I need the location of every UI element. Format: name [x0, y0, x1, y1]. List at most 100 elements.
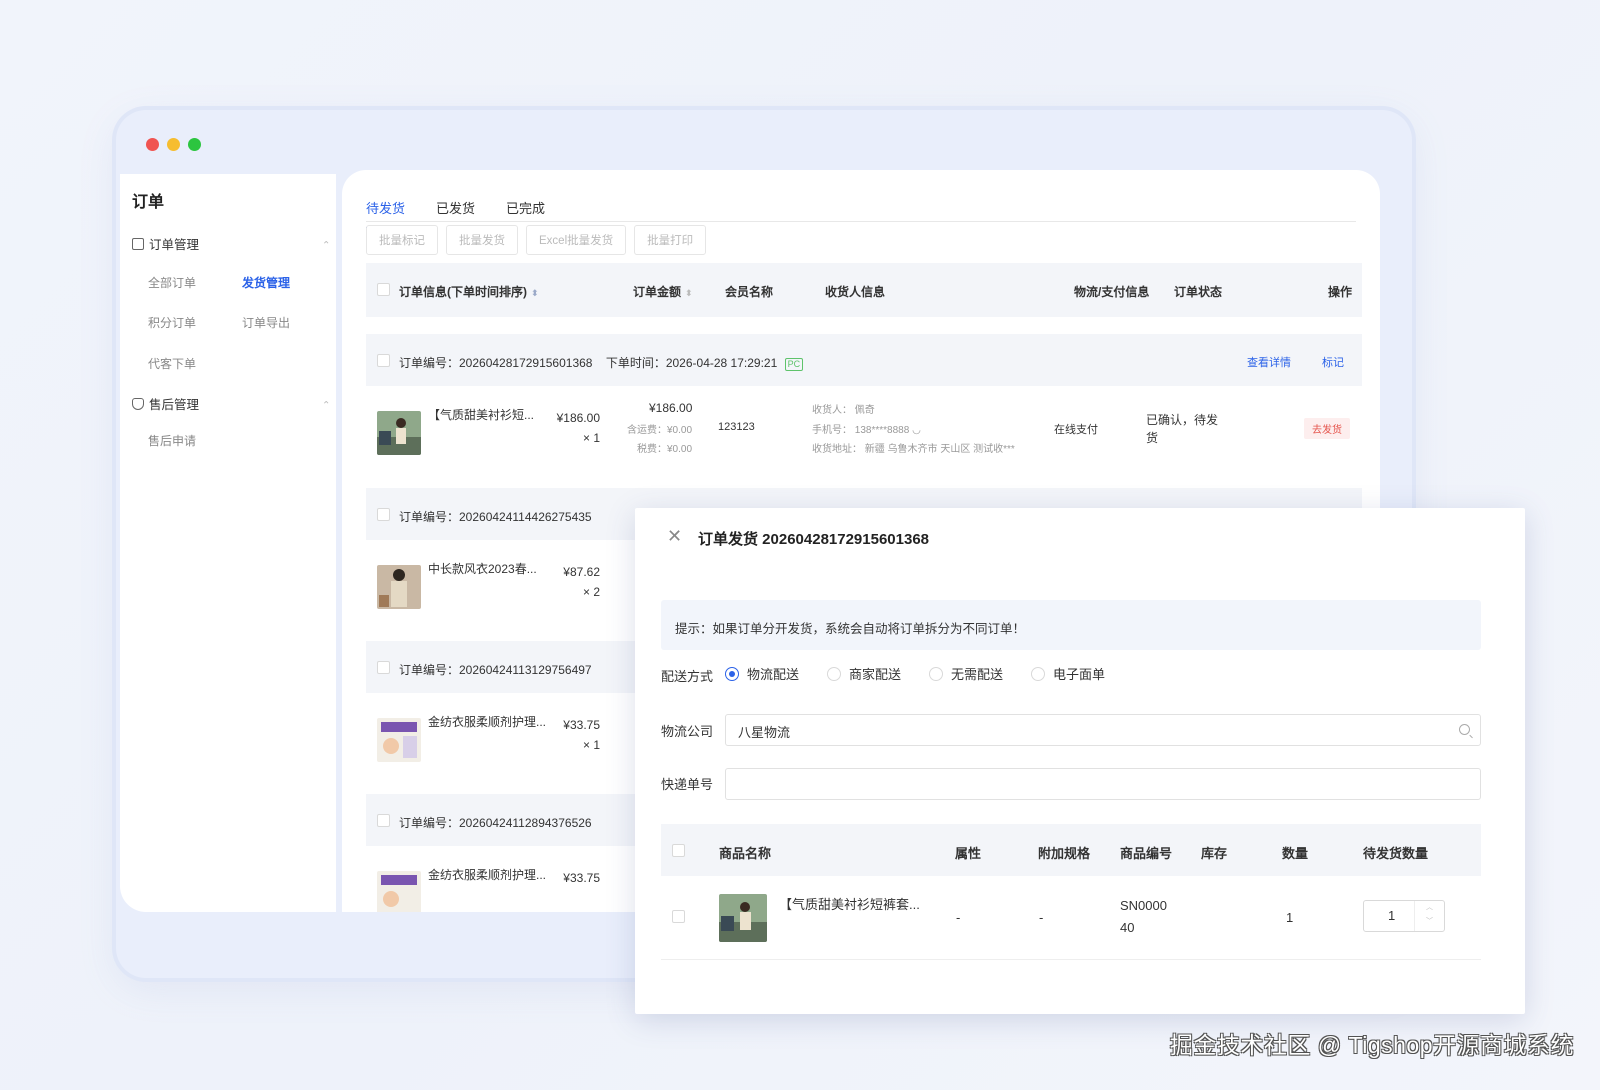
product-image [377, 871, 421, 912]
order-number: 订单编号：20260424113129756497 [399, 663, 592, 677]
col-goods-sn: 商品编号 [1120, 846, 1173, 861]
sort-icon: ⬍ [685, 288, 693, 298]
order-total: ¥186.00 [649, 401, 693, 415]
order-meta: 订单编号：20260428172915601368 下单时间：2026-04-2… [399, 354, 804, 371]
company-value: 八星物流 [738, 725, 791, 740]
col-status: 订单状态 [1174, 285, 1223, 299]
tax-fee: 税费：¥0.00 [637, 444, 693, 455]
receiver-name: 收货人： 佩奇 [812, 405, 875, 416]
radio-label: 物流配送 [747, 667, 800, 682]
phone-text: 手机号： 138****8888 [812, 425, 910, 436]
pay-method: 在线支付 [1054, 424, 1098, 436]
col-pending-qty: 待发货数量 [1363, 846, 1429, 861]
tab-shipped[interactable]: 已发货 [436, 198, 475, 217]
sidebar-item-aftersale-apply[interactable]: 售后申请 [148, 432, 196, 449]
sidebar-item-export[interactable]: 订单导出 [242, 314, 290, 331]
maximize-window-button[interactable] [188, 138, 201, 151]
menu-group-aftersale[interactable]: 售后管理 ⌄ [132, 394, 330, 413]
col-label: 订单金额 [633, 285, 682, 299]
receiver-address: 收货地址： 新疆 乌鲁木齐市 天山区 测试收*** [812, 444, 1015, 455]
goods-image [719, 894, 767, 942]
mark-link[interactable]: 标记 [1322, 354, 1344, 370]
product-qty: × 1 [582, 738, 600, 752]
product-name[interactable]: 金纺衣服柔顺剂护理... [428, 866, 546, 883]
ship-dialog: ✕ 订单发货 20260428172915601368 提示：如果订单分开发货，… [635, 508, 1525, 1014]
product-name[interactable]: 中长款风衣2023春... [428, 560, 537, 577]
menu-group-orders[interactable]: 订单管理 ⌄ [132, 234, 330, 253]
col-attr: 属性 [955, 846, 982, 861]
order-row: 【气质甜美衬衫短... ¥186.00 × 1 ¥186.00 含运费：¥0.0… [366, 386, 1362, 486]
order-checkbox[interactable] [377, 814, 390, 827]
product-price: ¥33.75 [563, 718, 600, 732]
excel-batch-ship-button[interactable]: Excel批量发货 [526, 225, 627, 255]
batch-ship-button[interactable]: 批量发货 [446, 225, 518, 255]
company-label: 物流公司 [661, 724, 714, 739]
goods-sn-line1: SN0000 [1120, 898, 1167, 913]
member-name: 123123 [718, 421, 755, 433]
tracking-input[interactable] [725, 768, 1481, 800]
order-checkbox[interactable] [377, 508, 390, 521]
chevron-up-icon[interactable]: ︿ [1415, 901, 1444, 915]
product-qty: × 1 [582, 431, 600, 445]
watermark: 掘金技术社区 @ Tigshop开源商城系统 [1169, 1032, 1574, 1058]
tab-completed[interactable]: 已完成 [506, 198, 545, 217]
order-doc-icon [132, 237, 144, 250]
radio-label: 无需配送 [951, 667, 1004, 682]
minimize-window-button[interactable] [167, 138, 180, 151]
sidebar-title: 订单 [132, 194, 165, 211]
order-time: 下单时间：2026-04-28 17:29:21 [605, 356, 778, 370]
col-goods-name: 商品名称 [719, 846, 772, 861]
goods-checkbox[interactable] [672, 910, 685, 923]
sidebar-item-all-orders[interactable]: 全部订单 [148, 274, 196, 291]
select-all-checkbox[interactable] [377, 283, 390, 296]
sidebar-item-proxy-order[interactable]: 代客下单 [148, 355, 196, 372]
col-member: 会员名称 [725, 285, 774, 299]
product-price: ¥87.62 [563, 565, 600, 579]
goods-select-all-checkbox[interactable] [672, 844, 685, 857]
shield-icon [132, 397, 144, 410]
order-number: 订单编号：20260424114426275435 [399, 510, 592, 524]
product-name[interactable]: 金纺衣服柔顺剂护理... [428, 713, 546, 730]
go-ship-button[interactable]: 去发货 [1304, 418, 1350, 439]
radio-e-waybill[interactable]: 电子面单 [1031, 664, 1105, 683]
radio-label: 电子面单 [1053, 667, 1106, 682]
sidebar-item-points-orders[interactable]: 积分订单 [148, 314, 196, 331]
chevron-up-icon: ⌄ [321, 238, 330, 249]
batch-print-button[interactable]: 批量打印 [634, 225, 707, 255]
product-qty: × 2 [582, 585, 600, 599]
col-receiver: 收货人信息 [825, 285, 886, 299]
order-number: 订单编号：20260424112894376526 [399, 816, 592, 830]
dialog-title: 订单发货 20260428172915601368 [698, 531, 930, 548]
company-select[interactable]: 八星物流 [725, 714, 1481, 746]
col-amount[interactable]: 订单金额 ⬍ [633, 283, 693, 300]
eye-hidden-icon[interactable]: ◡ [912, 425, 921, 436]
shipping-fee: 含运费：¥0.00 [627, 425, 693, 436]
radio-circle [929, 666, 944, 681]
pending-qty-stepper[interactable]: 1 ︿ ﹀ [1363, 900, 1445, 932]
close-window-button[interactable] [146, 138, 159, 151]
chevron-down-icon[interactable]: ﹀ [1415, 915, 1444, 929]
col-order-info[interactable]: 订单信息(下单时间排序) ⬍ [399, 283, 539, 300]
view-detail-link[interactable]: 查看详情 [1247, 354, 1291, 370]
order-checkbox[interactable] [377, 354, 390, 367]
product-name[interactable]: 【气质甜美衬衫短... [428, 406, 534, 423]
stepper-arrows: ︿ ﹀ [1414, 901, 1444, 931]
search-icon [1459, 724, 1470, 735]
tab-pending-ship[interactable]: 待发货 [366, 198, 406, 229]
goods-extra: - [1039, 910, 1044, 925]
col-extra-spec: 附加规格 [1038, 846, 1091, 861]
sidebar-item-shipping[interactable]: 发货管理 [242, 274, 290, 291]
close-icon[interactable]: ✕ [667, 526, 682, 547]
batch-mark-button[interactable]: 批量标记 [366, 225, 438, 255]
order-checkbox[interactable] [377, 661, 390, 674]
col-label: 订单信息(下单时间排序) [399, 285, 527, 299]
goods-attr: - [956, 910, 961, 925]
product-image [377, 411, 421, 455]
goods-sn-line2: 40 [1120, 920, 1135, 935]
goods-name: 【气质甜美衬衫短裤套... [779, 897, 920, 912]
menu-group-label: 订单管理 [149, 238, 200, 252]
radio-no-delivery[interactable]: 无需配送 [929, 664, 1003, 683]
product-image [377, 718, 421, 762]
radio-merchant[interactable]: 商家配送 [827, 664, 901, 683]
radio-logistics[interactable]: 物流配送 [725, 664, 799, 683]
